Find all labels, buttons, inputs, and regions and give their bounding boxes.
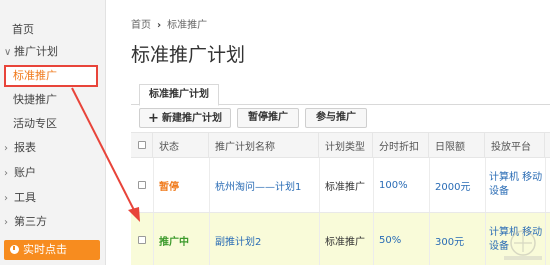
breadcrumb: 首页 › 标准推广 (131, 16, 207, 31)
plan-name-link[interactable]: 副推计划2 (215, 213, 261, 265)
sidebar-group-promo[interactable]: ∨ 推广计划 (0, 41, 106, 63)
sidebar-item-standard[interactable]: 标准推广 (4, 65, 98, 87)
sidebar-item-home[interactable]: 首页 (0, 19, 106, 41)
chevron-right-icon: › (4, 143, 8, 154)
checkbox-icon (138, 236, 146, 244)
checkbox-icon (138, 181, 146, 189)
plus-icon: + (148, 111, 159, 126)
main-content: 首页 › 标准推广 标准推广计划 标准推广计划 + 新建推广计划 暂停推广 参与推广 … (107, 0, 550, 265)
platform-cell: 计算机 移动设备 (489, 158, 545, 212)
sidebar-item-home-label: 首页 (12, 23, 34, 36)
pause-button[interactable]: 暂停推广 (237, 108, 299, 128)
realtime-click-button[interactable]: 实时点击 (4, 240, 100, 260)
status-badge: 暂停 (159, 181, 179, 193)
platform-value[interactable]: 计算机 移动设备 (489, 171, 545, 199)
plan-type: 标准推广 (325, 181, 365, 193)
table-header: 状态 推广计划名称 计划类型 分时折扣 日限额 投放平台 (131, 132, 550, 158)
daily-limit-value[interactable]: 300元 (435, 213, 464, 265)
table-row: 推广中 副推计划2 标准推广 50% 300元 计算机 移动设备 (131, 213, 550, 265)
header-type: 计划类型 (319, 133, 373, 157)
sidebar-group-promo-label: 推广计划 (14, 45, 58, 58)
discount-value[interactable]: 50% (379, 213, 401, 265)
page-title: 标准推广计划 (131, 44, 246, 66)
sidebar-item-standard-label: 标准推广 (13, 69, 57, 82)
plan-type: 标准推广 (325, 236, 365, 248)
status-badge: 推广中 (159, 236, 189, 248)
sidebar: 首页 ∨ 推广计划 标准推广 快捷推广 活动专区 › 报表 › 账户 › 工具 › 第三方… (0, 0, 106, 265)
plan-name-link[interactable]: 杭州淘问——计划1 (215, 158, 301, 212)
sidebar-item-quick-label: 快捷推广 (13, 93, 57, 106)
new-plan-button[interactable]: + 新建推广计划 (139, 108, 231, 128)
header-discount: 分时折扣 (373, 133, 429, 157)
daily-limit-value[interactable]: 2000元 (435, 158, 470, 212)
chevron-right-icon: › (4, 193, 8, 204)
chevron-down-icon: ∨ (4, 47, 12, 58)
sidebar-group-account-label: 账户 (14, 166, 36, 179)
join-button[interactable]: 参与推广 (305, 108, 367, 128)
new-plan-label: 新建推广计划 (161, 113, 222, 124)
discount-value[interactable]: 100% (379, 158, 408, 212)
header-status: 状态 (153, 133, 209, 157)
sidebar-group-reports-label: 报表 (14, 141, 36, 154)
sidebar-group-account[interactable]: › 账户 (0, 162, 106, 184)
chevron-right-icon: › (4, 168, 8, 179)
tab-bar: 标准推广计划 (131, 81, 550, 106)
row-checkbox[interactable] (131, 158, 153, 212)
clock-icon (10, 245, 19, 254)
select-all-checkbox[interactable] (131, 133, 153, 157)
sidebar-group-tools-label: 工具 (14, 191, 36, 204)
sidebar-group-third[interactable]: › 第三方 (0, 211, 106, 233)
tab-standard-plan[interactable]: 标准推广计划 (139, 84, 219, 106)
header-platform: 投放平台 (485, 133, 545, 157)
row-checkbox[interactable] (131, 213, 153, 265)
breadcrumb-home[interactable]: 首页 (131, 20, 151, 31)
sidebar-item-activity[interactable]: 活动专区 (0, 113, 106, 135)
sidebar-item-quick[interactable]: 快捷推广 (0, 89, 106, 111)
watermark-logo-icon (504, 230, 542, 260)
realtime-click-label: 实时点击 (23, 243, 67, 256)
sidebar-group-tools[interactable]: › 工具 (0, 187, 106, 209)
sidebar-group-third-label: 第三方 (14, 215, 47, 228)
checkbox-icon (137, 141, 146, 149)
header-name: 推广计划名称 (209, 133, 319, 157)
breadcrumb-current: 标准推广 (167, 20, 208, 31)
chevron-right-icon: › (4, 217, 8, 228)
breadcrumb-separator-icon: › (157, 20, 162, 31)
header-more (545, 133, 550, 157)
sidebar-group-reports[interactable]: › 报表 (0, 137, 106, 159)
table-row: 暂停 杭州淘问——计划1 标准推广 100% 2000元 计算机 移动设备 (131, 158, 550, 213)
header-limit: 日限额 (429, 133, 485, 157)
sidebar-item-activity-label: 活动专区 (13, 117, 57, 130)
